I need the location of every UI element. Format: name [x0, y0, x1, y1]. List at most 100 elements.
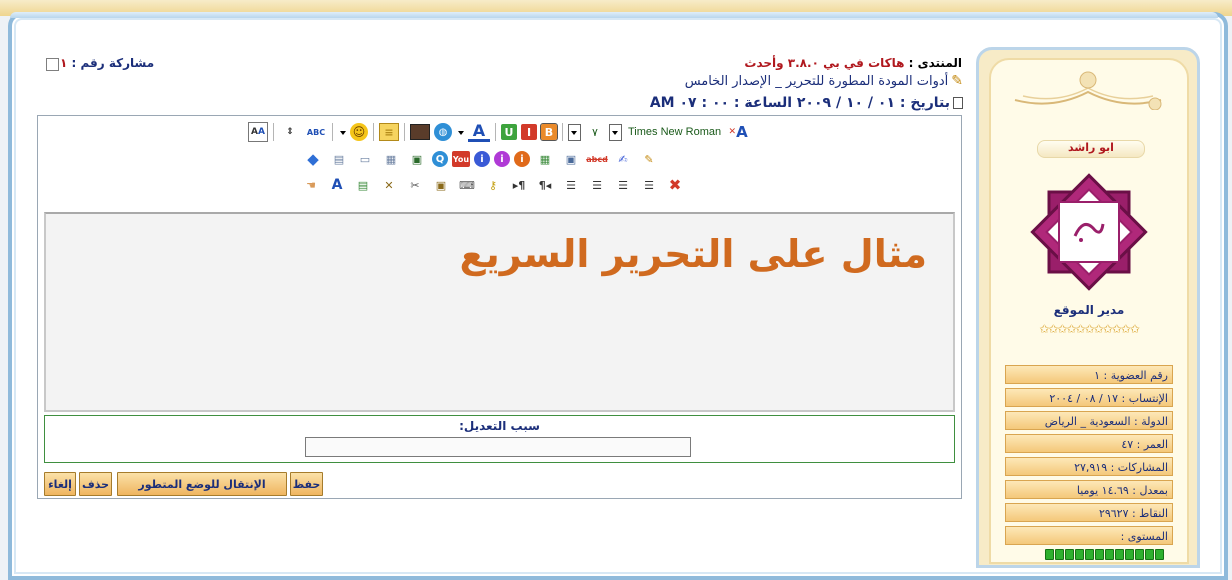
image-icon[interactable] — [410, 124, 430, 140]
user-role: مدير الموقع — [1053, 303, 1125, 317]
toolbar-row-3: ☚ A ▤ ✕ ✂ ▣ ⌨ ⚷ ▸¶ ¶◂ ☰ ☰ ☰ ☰ ✖ — [298, 175, 688, 195]
keyboard-icon[interactable]: ⌨ — [456, 175, 478, 195]
italic-label: I — [526, 125, 532, 139]
align-left-icon[interactable]: ☰ — [560, 175, 582, 195]
font-name-dropdown-arrow[interactable] — [609, 123, 622, 141]
toolbar-separator — [273, 123, 274, 141]
user-country: الدولة : السعودية _ الرياض — [1005, 411, 1173, 430]
list-page-icon[interactable]: ▦ — [380, 149, 402, 169]
image-frame-icon[interactable]: ▣ — [560, 149, 582, 169]
delete-button[interactable]: حذف — [79, 472, 112, 496]
date-icon[interactable]: ▭ — [354, 149, 376, 169]
post-editor: AA ⇕ ABC ☺ ≡ ◍ A U I B ٧ Times New Roman… — [37, 115, 962, 499]
smiley-dropdown-arrow[interactable] — [338, 124, 346, 140]
clear-red-icon[interactable]: ✖ — [664, 175, 686, 195]
font-size-dropdown-arrow[interactable] — [568, 123, 581, 141]
youtube-icon[interactable]: You — [452, 151, 470, 167]
forum-line: المنتدى : هاكات في بي ٣.٨.٠ وأحدث — [650, 56, 962, 70]
edit-note-icon[interactable]: ✎ — [638, 149, 660, 169]
user-card: ابو راشد مدير الموقع ✩✩✩✩✩✩✩✩✩✩✩ رقم الع… — [989, 58, 1189, 564]
toolbar-row-2: ◆ ▤ ▭ ▦ ▣ Q You i i i ▦ ▣ abcd ✍ ✎ — [300, 149, 662, 169]
user-level-label: المستوى : — [1120, 530, 1168, 543]
underline-icon[interactable]: U — [501, 124, 517, 140]
italic-icon[interactable]: I — [521, 124, 537, 140]
save-button[interactable]: حفظ — [290, 472, 323, 496]
cut-icon[interactable]: ✂ — [404, 175, 426, 195]
ornament-icon — [1014, 71, 1162, 110]
user-sidebar: ابو راشد مدير الموقع ✩✩✩✩✩✩✩✩✩✩✩ رقم الع… — [976, 47, 1200, 568]
bold-label: B — [544, 125, 554, 139]
font-color-alt-icon[interactable]: A — [326, 175, 348, 195]
table-icon[interactable]: ▦ — [534, 149, 556, 169]
post-rate: بمعدل : ١٤.٦٩ يوميا — [1005, 480, 1173, 499]
font-size-value[interactable]: ٧ — [583, 126, 607, 139]
resize-icon[interactable]: ⇕ — [279, 122, 301, 142]
level-segment — [1155, 548, 1164, 560]
editor-content-text: مثال على التحرير السريع — [459, 232, 927, 276]
script-icon[interactable]: ✍ — [612, 149, 634, 169]
insert-doc-icon[interactable]: ▤ — [352, 175, 374, 195]
spellcheck-icon[interactable]: ABC — [305, 122, 327, 142]
forum-link[interactable]: هاكات في بي ٣.٨.٠ وأحدث — [744, 56, 904, 70]
quicktime-icon[interactable]: Q — [432, 151, 448, 167]
font-color-icon[interactable]: A — [468, 121, 490, 142]
spellcheck-label: ABC — [306, 127, 326, 137]
book-icon[interactable]: ◆ — [302, 149, 324, 169]
page-icon[interactable]: ▤ — [328, 149, 350, 169]
user-points: النقاط : ٢٩٦٢٧ — [1005, 503, 1173, 522]
remove-format-icon[interactable]: ✕ A — [727, 122, 749, 142]
align-center-icon[interactable]: ☰ — [586, 175, 608, 195]
forum-label: المنتدى : — [908, 56, 962, 70]
ltr-icon[interactable]: ▸¶ — [508, 175, 530, 195]
level-segment — [1115, 548, 1124, 560]
strike-text-icon[interactable]: abcd — [586, 149, 608, 169]
toolbar-row-1: AA ⇕ ABC ☺ ≡ ◍ A U I B ٧ Times New Roman… — [246, 121, 751, 142]
justify-icon[interactable]: ☰ — [638, 175, 660, 195]
thread-title: أدوات المودة المطورة للتحرير _ الإصدار ا… — [684, 74, 949, 89]
join-date: الإنتساب : ١٧ / ٠٨ / ٢٠٠٤ — [1005, 388, 1173, 407]
advanced-mode-button[interactable]: الإنتقال للوضع المتطور — [117, 472, 287, 496]
avatar[interactable] — [1029, 172, 1149, 292]
membership-number: رقم العضوية : ١ — [1005, 365, 1173, 384]
user-age: العمر : ٤٧ — [1005, 434, 1173, 453]
font-color-dropdown-arrow[interactable] — [456, 124, 464, 140]
post-date: بتاريخ : ٠١ / ١٠ / ٢٠٠٩ الساعة : ٠٠ : ٠٧… — [649, 95, 950, 111]
delete-x-icon[interactable]: ✕ — [378, 175, 400, 195]
paste-icon[interactable]: ▣ — [430, 175, 452, 195]
info-orange-icon[interactable]: i — [514, 151, 530, 167]
rank-stars: ✩✩✩✩✩✩✩✩✩✩✩ — [1039, 322, 1140, 336]
youtube-label: You — [452, 154, 470, 164]
thread-title-line: ✎أدوات المودة المطورة للتحرير _ الإصدار … — [620, 73, 963, 89]
font-style-icon[interactable]: AA — [248, 122, 268, 142]
level-segment — [1125, 548, 1134, 560]
rtl-icon[interactable]: ¶◂ — [534, 175, 556, 195]
info-purple-icon[interactable]: i — [494, 151, 510, 167]
globe-icon[interactable]: ◍ — [434, 123, 452, 141]
username[interactable]: ابو راشد — [1037, 140, 1145, 158]
level-segment — [1055, 548, 1064, 560]
level-segment — [1105, 548, 1114, 560]
level-segment — [1045, 548, 1054, 560]
align-right-icon[interactable]: ☰ — [612, 175, 634, 195]
smiley-icon[interactable]: ☺ — [350, 123, 368, 141]
key-icon[interactable]: ⚷ — [482, 175, 504, 195]
level-segment — [1145, 548, 1154, 560]
toolbar-separator — [404, 123, 405, 141]
bold-icon[interactable]: B — [540, 123, 558, 141]
info-blue-icon[interactable]: i — [474, 151, 490, 167]
post-number-value: ١ — [60, 56, 68, 70]
editor-content-area[interactable]: مثال على التحرير السريع — [44, 212, 955, 412]
edit-reason-input[interactable] — [305, 437, 691, 457]
select-post-checkbox[interactable] — [46, 58, 59, 71]
hand-icon[interactable]: ☚ — [300, 175, 322, 195]
edit-reason-label: سبب التعديل: — [459, 419, 540, 433]
font-name-value[interactable]: Times New Roman — [628, 126, 721, 138]
level-segment — [1085, 548, 1094, 560]
comment-icon[interactable]: ≡ — [379, 123, 399, 141]
post-date-line: بتاريخ : ٠١ / ١٠ / ٢٠٠٩ الساعة : ٠٠ : ٠٧… — [600, 95, 963, 111]
document-icon — [953, 97, 963, 109]
media-icon[interactable]: ▣ — [406, 149, 428, 169]
post-number: مشاركة رقم : ١ — [60, 56, 154, 70]
post-number-label: مشاركة رقم : — [71, 56, 155, 70]
cancel-button[interactable]: إلغاء — [44, 472, 76, 496]
